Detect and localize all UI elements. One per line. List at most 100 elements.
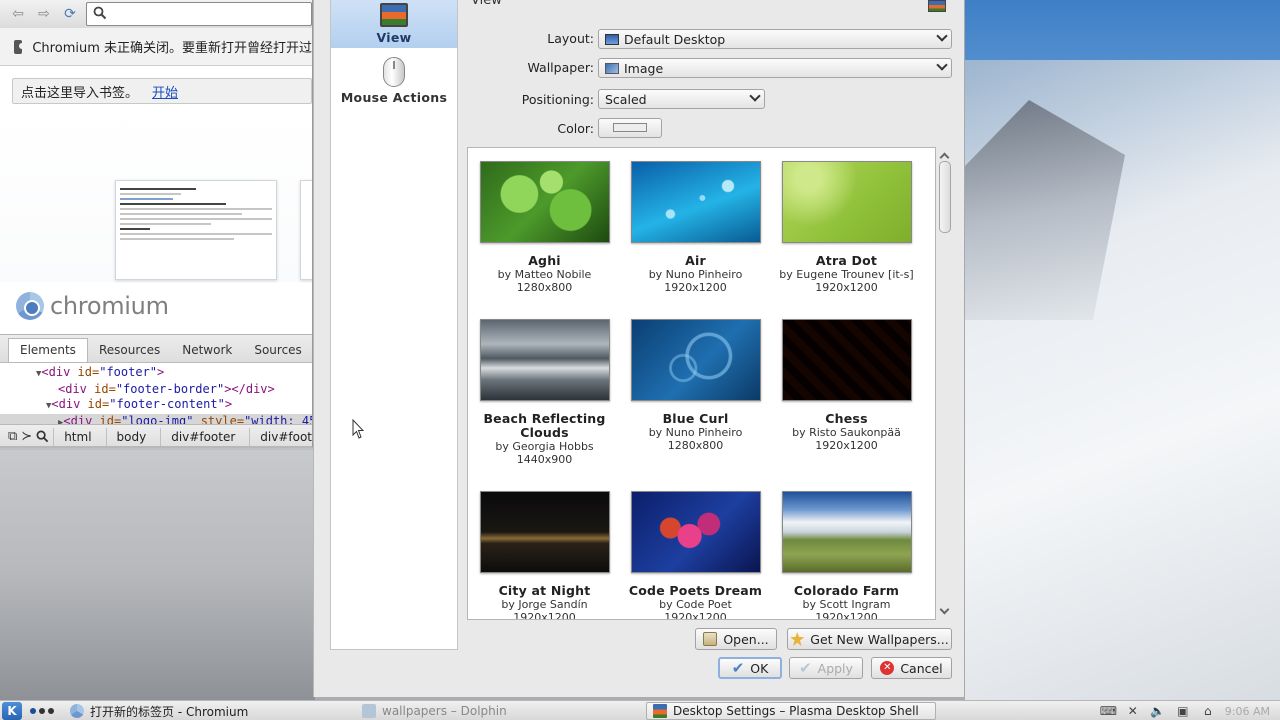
devtools-panel: Elements Resources Network Sources T ▼<d… bbox=[0, 334, 312, 446]
wallpaper-thumbnail bbox=[630, 319, 761, 401]
clock[interactable]: 9:06 AM bbox=[1225, 705, 1270, 718]
wallpaper-item-code-poets-dream[interactable]: Code Poets Dream by Code Poet 1920x1200 bbox=[620, 491, 771, 620]
bookmark-bar: 点击这里导入书签。 开始 bbox=[12, 78, 312, 104]
breadcrumb-body[interactable]: body bbox=[105, 427, 157, 446]
wallpaper-item-aghi[interactable]: Aghi by Matteo Nobile 1280x800 bbox=[469, 161, 620, 294]
view-icon bbox=[380, 3, 408, 27]
desktop-pager[interactable] bbox=[30, 707, 60, 714]
wallpaper-name: Atra Dot bbox=[815, 253, 878, 268]
dom-node[interactable]: ▼<div id="footer"> bbox=[0, 365, 312, 382]
forward-icon[interactable]: ⇨ bbox=[34, 4, 54, 24]
wallpaper-author: by Jorge Sandín bbox=[501, 598, 588, 611]
positioning-label: Positioning: bbox=[521, 92, 594, 107]
wallpaper-item-chess[interactable]: Chess by Risto Saukonpää 1920x1200 bbox=[771, 319, 922, 452]
open-button[interactable]: Open... bbox=[695, 628, 777, 650]
wallpaper-thumbnail bbox=[781, 161, 912, 243]
volume-icon[interactable]: 🔈 bbox=[1150, 704, 1166, 718]
console-icon[interactable]: ≻ bbox=[21, 428, 32, 446]
mouse-icon bbox=[383, 57, 405, 87]
sidebar-item-view[interactable]: View bbox=[331, 0, 457, 48]
wallpaper-select[interactable]: Image bbox=[598, 58, 952, 78]
wallpaper-item-beach-reflecting-clouds[interactable]: Beach Reflecting Clouds by Georgia Hobbs… bbox=[469, 319, 620, 466]
chromium-logo: chromium bbox=[16, 292, 169, 320]
browser-toolbar: ⇦ ⇨ ⟳ bbox=[0, 0, 312, 28]
task-chromium[interactable]: 打开新的标签页 - Chromium bbox=[64, 702, 254, 720]
task-dolphin[interactable]: wallpapers – Dolphin bbox=[356, 702, 513, 720]
breadcrumb-div-footer[interactable]: div#footer bbox=[160, 427, 245, 446]
scroll-down-icon[interactable] bbox=[939, 604, 950, 615]
dock-icon[interactable]: ⧉ bbox=[8, 428, 17, 446]
wallpaper-value: Image bbox=[624, 60, 664, 76]
wallpaper-name: City at Night bbox=[498, 583, 591, 598]
wallpaper-thumbnail bbox=[479, 161, 610, 243]
wallpaper-name: Code Poets Dream bbox=[628, 583, 763, 598]
wallpaper-resolution: 1920x1200 bbox=[815, 281, 878, 294]
settings-sidebar: View Mouse Actions bbox=[330, 0, 458, 650]
wallpaper-resolution: 1920x1200 bbox=[664, 611, 727, 620]
check-icon: ✔ bbox=[731, 659, 745, 677]
chevron-down-icon bbox=[749, 90, 761, 102]
bookmark-import-link[interactable]: 开始 bbox=[152, 82, 178, 101]
wallpaper-name: Aghi bbox=[528, 253, 561, 268]
ok-button[interactable]: ✔ OK bbox=[718, 657, 782, 679]
cancel-button[interactable]: ✕ Cancel bbox=[871, 657, 952, 679]
most-visited-thumbnail[interactable] bbox=[300, 180, 312, 280]
color-button[interactable] bbox=[598, 118, 662, 138]
breadcrumb-div-footer-content[interactable]: div#foot bbox=[249, 427, 312, 446]
wallpaper-author: by Code Poet bbox=[659, 598, 732, 611]
scrollbar-handle[interactable] bbox=[939, 161, 951, 233]
dom-node[interactable]: ▼<div id="footer-content"> bbox=[0, 397, 312, 414]
wallpaper-item-city-at-night[interactable]: City at Night by Jorge Sandín 1920x1200 bbox=[469, 491, 620, 619]
wallpaper-resolution: 1280x800 bbox=[667, 439, 724, 452]
open-file-icon bbox=[703, 632, 718, 646]
apply-button-label: Apply bbox=[817, 660, 853, 676]
inspect-search-icon[interactable] bbox=[36, 428, 49, 446]
positioning-select[interactable]: Scaled bbox=[598, 89, 765, 109]
crash-infobar: Chromium 未正确关闭。要重新打开曾经打开过 bbox=[0, 28, 312, 66]
wallpaper-thumbnail bbox=[479, 491, 610, 573]
tab-elements[interactable]: Elements bbox=[8, 338, 88, 362]
reload-icon[interactable]: ⟳ bbox=[60, 4, 80, 24]
apply-button[interactable]: ✔ Apply bbox=[789, 657, 863, 679]
wallpaper-author: by Matteo Nobile bbox=[497, 268, 592, 281]
color-swatch bbox=[613, 123, 647, 132]
wallpaper-item-atra-dot[interactable]: Atra Dot by Eugene Trounev [it-s] 1920x1… bbox=[771, 161, 922, 294]
chromium-icon bbox=[16, 292, 44, 320]
folder-icon bbox=[362, 704, 376, 718]
tab-network[interactable]: Network bbox=[171, 343, 243, 362]
most-visited-thumbnail[interactable] bbox=[115, 180, 277, 280]
omnibox-input[interactable] bbox=[86, 2, 312, 26]
wallpaper-author: by Georgia Hobbs bbox=[495, 440, 594, 453]
wallpaper-item-blue-curl[interactable]: Blue Curl by Nuno Pinheiro 1280x800 bbox=[620, 319, 771, 452]
wallpaper-author: by Eugene Trounev [it-s] bbox=[779, 268, 914, 281]
bookmark-import-prompt: 点击这里导入书签。 bbox=[21, 85, 139, 101]
layout-select[interactable]: Default Desktop bbox=[598, 29, 952, 49]
sidebar-item-mouse-actions[interactable]: Mouse Actions bbox=[331, 50, 457, 108]
breadcrumb-html[interactable]: html bbox=[53, 427, 101, 446]
check-icon: ✔ bbox=[799, 659, 812, 677]
wallpaper-list-scrollbar[interactable] bbox=[936, 147, 954, 620]
wallpaper-item-colorado-farm[interactable]: Colorado Farm by Scott Ingram 1920x1200 bbox=[771, 491, 922, 619]
device-notifier-icon[interactable]: ▣ bbox=[1175, 704, 1191, 718]
tab-resources[interactable]: Resources bbox=[88, 343, 171, 362]
tab-sources[interactable]: Sources bbox=[243, 343, 312, 362]
get-new-wallpapers-label: Get New Wallpapers... bbox=[810, 631, 949, 647]
get-new-wallpapers-button[interactable]: Get New Wallpapers... bbox=[787, 628, 952, 650]
wallpaper-item-air[interactable]: Air by Nuno Pinheiro 1920x1200 bbox=[620, 161, 771, 294]
wallpaper-resolution: 1280x800 bbox=[516, 281, 573, 294]
chevron-down-icon bbox=[936, 30, 948, 42]
application-launcher-button[interactable]: K bbox=[2, 701, 22, 720]
wallpaper-thumbnail bbox=[781, 491, 912, 573]
network-icon[interactable]: ✕ bbox=[1125, 704, 1141, 718]
devtools-statusbar: ⧉ ≻ html body div#footer div#foot bbox=[0, 424, 312, 446]
dom-tree: ▼<div id="footer"> <div id="footer-borde… bbox=[0, 363, 312, 431]
chromium-logo-text: chromium bbox=[50, 292, 169, 320]
dom-node[interactable]: <div id="footer-border"></div> bbox=[0, 382, 312, 397]
keyboard-icon[interactable]: ⌨ bbox=[1100, 704, 1117, 718]
layout-label: Layout: bbox=[547, 31, 594, 46]
page-title: View bbox=[471, 0, 502, 8]
task-desktop-settings[interactable]: Desktop Settings – Plasma Desktop Shell bbox=[646, 702, 936, 720]
cancel-button-label: Cancel bbox=[900, 660, 943, 676]
notifications-icon[interactable]: ⌂ bbox=[1200, 704, 1216, 718]
back-icon[interactable]: ⇦ bbox=[8, 4, 28, 24]
